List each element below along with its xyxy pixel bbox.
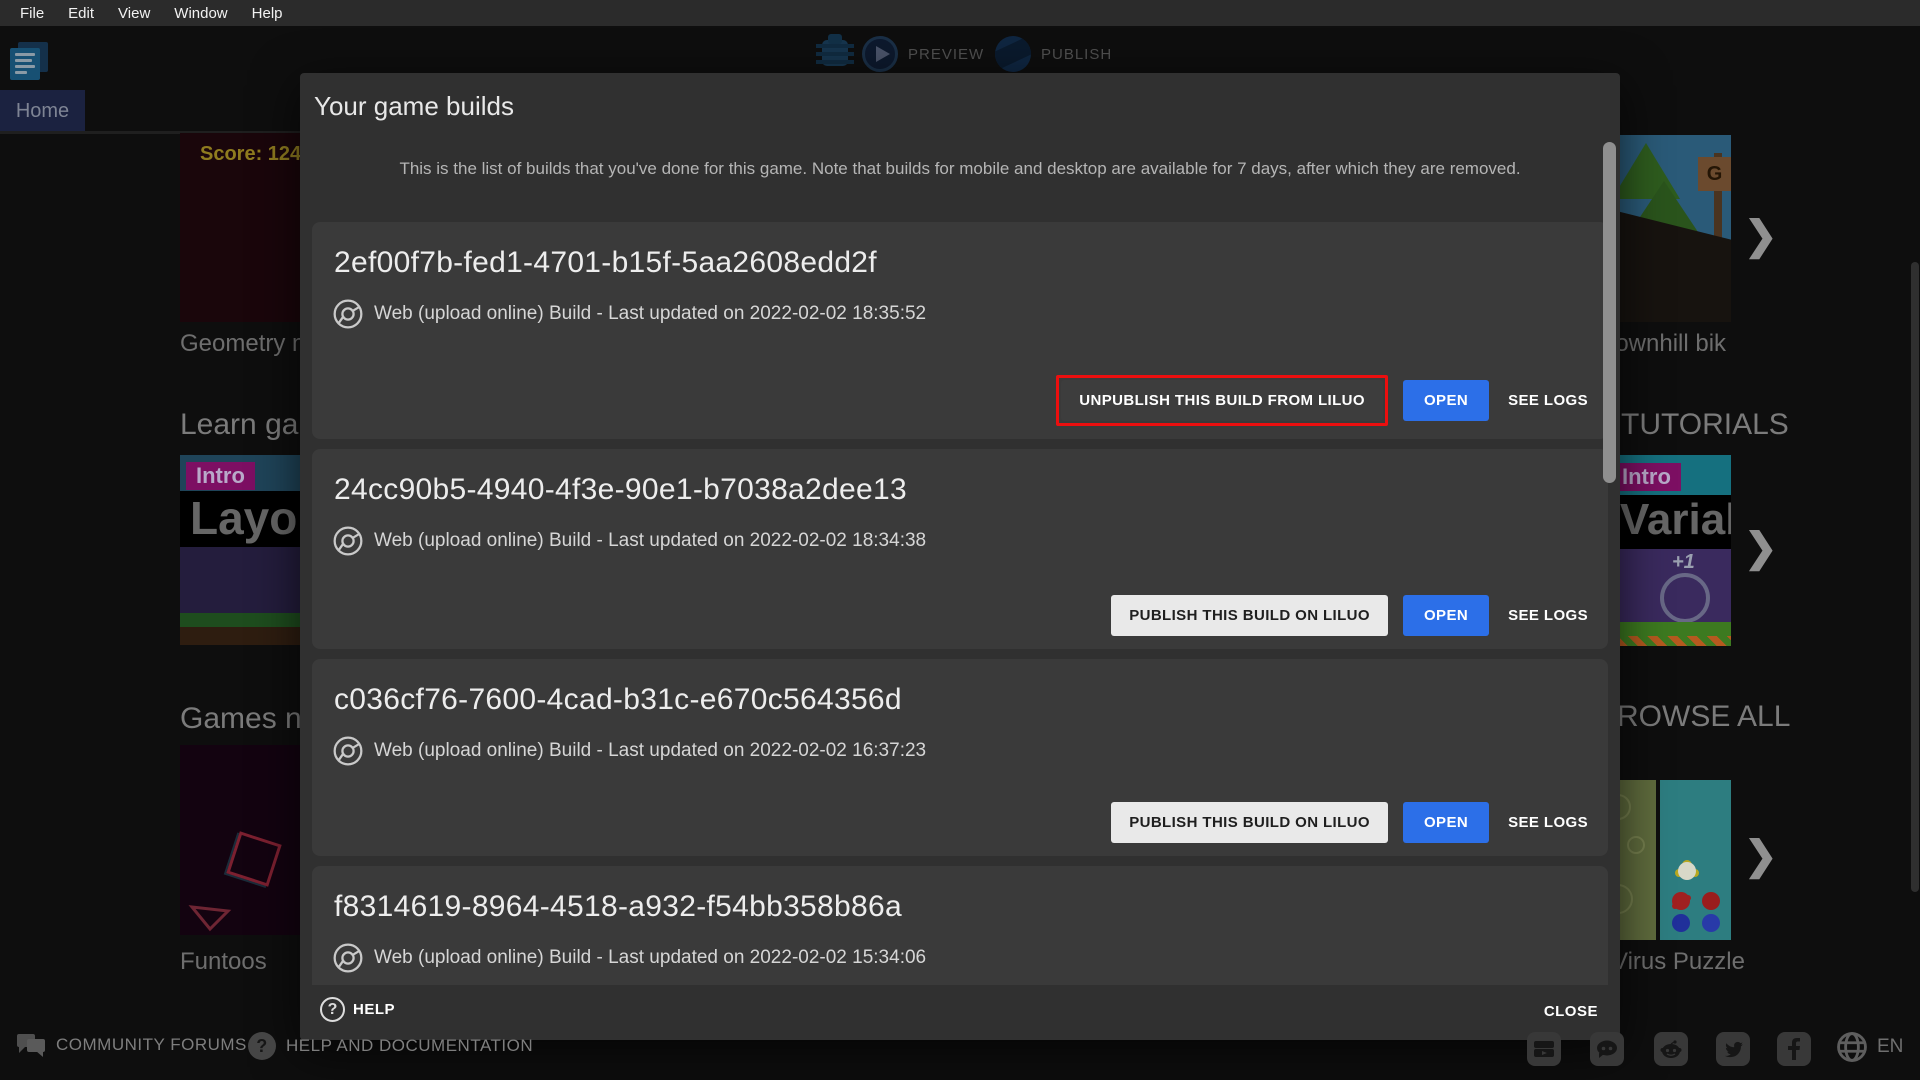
help-documentation-link[interactable]: ? HELP AND DOCUMENTATION (248, 1032, 533, 1060)
window-scrollbar[interactable] (1911, 262, 1919, 892)
carousel-next-icon[interactable]: ❯ (1744, 836, 1778, 876)
menu-edit[interactable]: Edit (56, 5, 106, 22)
web-build-icon (332, 525, 364, 557)
app-logo-icon (10, 42, 50, 80)
close-button[interactable]: CLOSE (1544, 1003, 1598, 1021)
game-thumbnail-virus-right[interactable] (1660, 780, 1731, 940)
dialog-title: Your game builds (314, 91, 514, 122)
build-subtitle: Web (upload online) Build - Last updated… (374, 530, 926, 552)
dialog-description: This is the list of builds that you've d… (390, 155, 1530, 183)
question-filled-icon: ? (248, 1032, 276, 1060)
see-logs-button[interactable]: SEE LOGS (1504, 802, 1592, 843)
plus-one-overlay: +1 (1672, 551, 1695, 574)
preview-button[interactable]: PREVIEW (862, 36, 984, 72)
tab-home[interactable]: Home (0, 90, 85, 133)
game-label-geometry: Geometry m (180, 330, 312, 358)
open-build-button[interactable]: OPEN (1403, 802, 1489, 843)
dialog-scrollbar[interactable] (1603, 142, 1616, 483)
language-selector[interactable]: EN (1835, 1030, 1903, 1064)
intro-badge: Intro (186, 462, 255, 490)
web-build-icon (332, 942, 364, 974)
build-card: 24cc90b5-4940-4f3e-90e1-b7038a2dee13 Web… (312, 449, 1608, 649)
sign-letter: G (1698, 157, 1731, 191)
open-build-button[interactable]: OPEN (1403, 380, 1489, 421)
help-label: HELP (353, 1001, 395, 1018)
carousel-next-icon[interactable]: ❯ (1744, 528, 1778, 568)
annotation-red-box: UNPUBLISH THIS BUILD FROM LILUO (1056, 375, 1388, 426)
web-build-icon (332, 735, 364, 767)
publish-globe-icon (995, 36, 1031, 72)
menu-help[interactable]: Help (240, 5, 295, 22)
see-logs-button[interactable]: SEE LOGS (1504, 595, 1592, 636)
game-builds-dialog: Your game builds This is the list of bui… (300, 73, 1620, 1040)
section-heading-browse-all: BROWSE ALL (1597, 700, 1790, 734)
community-forums-label: COMMUNITY FORUMS (56, 1035, 247, 1055)
community-forums-link[interactable]: COMMUNITY FORUMS (16, 1032, 247, 1058)
reddit-icon[interactable] (1654, 1032, 1688, 1066)
facebook-icon[interactable] (1777, 1032, 1811, 1066)
funtoos-square-shape (226, 831, 281, 886)
build-subtitle: Web (upload online) Build - Last updated… (374, 947, 926, 969)
see-logs-button[interactable]: SEE LOGS (1504, 380, 1592, 421)
score-overlay: Score: 124 (200, 143, 301, 166)
publish-build-button[interactable]: PUBLISH THIS BUILD ON LILUO (1111, 802, 1388, 843)
build-id: c036cf76-7600-4cad-b31c-e670c564356d (334, 683, 902, 717)
app-window: File Edit View Window Help Home PREVIEW … (0, 0, 1920, 1080)
build-subtitle: Web (upload online) Build - Last updated… (374, 740, 926, 762)
menu-bar: File Edit View Window Help (0, 0, 1920, 26)
build-id: 2ef00f7b-fed1-4701-b15f-5aa2608edd2f (334, 246, 877, 280)
discord-icon[interactable] (1590, 1032, 1624, 1066)
publish-label: PUBLISH (1041, 46, 1112, 63)
chat-bubbles-icon (16, 1032, 46, 1058)
menu-view[interactable]: View (106, 5, 162, 22)
play-icon (862, 36, 898, 72)
funtoos-triangle-shape (188, 903, 232, 933)
intro-badge: Intro (1612, 463, 1681, 491)
help-button[interactable]: ? HELP (320, 997, 395, 1022)
tab-home-label: Home (16, 100, 69, 123)
web-build-icon (332, 298, 364, 330)
build-id: 24cc90b5-4940-4f3e-90e1-b7038a2dee13 (334, 473, 907, 507)
unpublish-build-button[interactable]: UNPUBLISH THIS BUILD FROM LILUO (1061, 380, 1383, 421)
menu-window[interactable]: Window (162, 5, 239, 22)
debug-icon[interactable] (822, 40, 848, 66)
menu-file[interactable]: File (8, 5, 56, 22)
question-circle-icon: ? (320, 997, 345, 1022)
build-card: 2ef00f7b-fed1-4701-b15f-5aa2608edd2f Web… (312, 222, 1608, 439)
language-label: EN (1877, 1036, 1903, 1058)
publish-button[interactable]: PUBLISH (995, 36, 1112, 72)
build-card: c036cf76-7600-4cad-b31c-e670c564356d Web… (312, 659, 1608, 856)
carousel-next-icon[interactable]: ❯ (1744, 216, 1778, 256)
section-heading-learn: Learn ga (180, 408, 298, 442)
section-heading-tutorials: TUTORIALS (1621, 408, 1789, 442)
game-label-funtoos: Funtoos (180, 948, 267, 976)
build-id: f8314619-8964-4518-a932-f54bb358b86a (334, 890, 902, 924)
publish-build-button[interactable]: PUBLISH THIS BUILD ON LILUO (1111, 595, 1388, 636)
close-label: CLOSE (1544, 1003, 1598, 1020)
globe-icon (1835, 1030, 1869, 1064)
game-label-virus-puzzle: Virus Puzzle (1612, 948, 1745, 976)
help-documentation-label: HELP AND DOCUMENTATION (286, 1036, 533, 1056)
twitter-icon[interactable] (1716, 1032, 1750, 1066)
youtube-icon[interactable] (1527, 1032, 1561, 1066)
preview-label: PREVIEW (908, 46, 984, 63)
build-subtitle: Web (upload online) Build - Last updated… (374, 303, 926, 325)
open-build-button[interactable]: OPEN (1403, 595, 1489, 636)
section-heading-games: Games n (180, 702, 302, 736)
